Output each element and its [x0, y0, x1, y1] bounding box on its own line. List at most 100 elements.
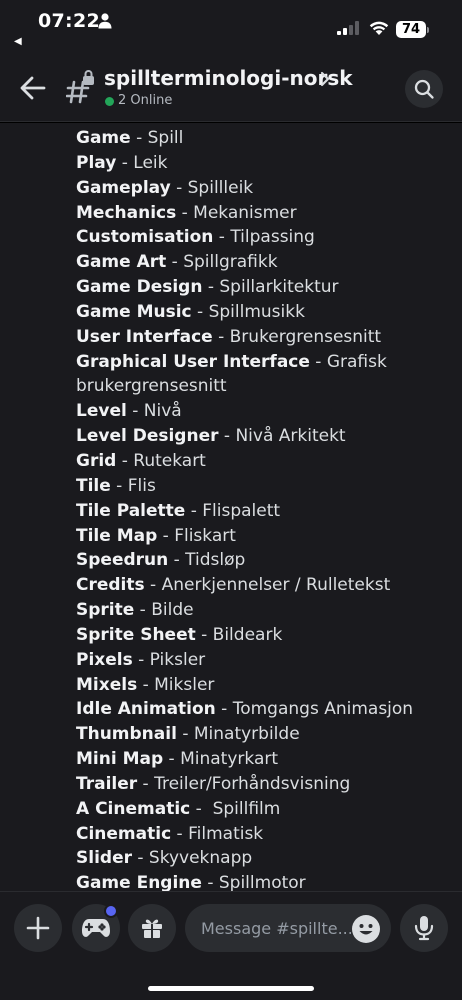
channel-header: spillterminologi-norsk 2 Online: [0, 50, 462, 122]
search-button[interactable]: [405, 70, 443, 108]
term-english: Pixels: [76, 649, 133, 670]
term-english: Gameplay: [76, 177, 171, 198]
message-line: Game - Spill: [76, 126, 456, 151]
search-icon: [414, 79, 434, 99]
message-list[interactable]: Game - Spill Play - Leik Gameplay - Spilll…: [0, 123, 462, 891]
term-norwegian: - Rutekart: [116, 450, 206, 471]
emoji-button[interactable]: [352, 915, 380, 943]
term-english: A Cinematic: [76, 798, 191, 819]
term-norwegian: - Minatyrkart: [163, 749, 279, 770]
message-line: Level - Nivå: [76, 399, 456, 424]
gamepad-icon: [82, 919, 110, 937]
plus-icon: [26, 916, 50, 940]
locked-channel-hash-icon: [66, 70, 94, 104]
smiley-icon: [353, 916, 379, 942]
term-norwegian: - Tilpassing: [213, 227, 315, 248]
term-english: Idle Animation: [76, 699, 216, 720]
message-line: Level Designer - Nivå Arkitekt: [76, 424, 456, 449]
message-line: Sprite - Bilde: [76, 598, 456, 623]
gift-button[interactable]: [128, 904, 176, 952]
term-norwegian: - Tomgangs Animasjon: [215, 699, 414, 720]
back-triangle-icon: ◀: [14, 36, 22, 47]
add-attachment-button[interactable]: [14, 904, 62, 952]
term-english: Cinematic: [76, 823, 172, 844]
chevron-right-icon[interactable]: [318, 70, 332, 88]
term-english: Credits: [76, 575, 145, 596]
term-english: Mini Map: [76, 749, 164, 770]
battery-tip: [427, 27, 429, 33]
term-norwegian: - Miksler: [137, 674, 215, 695]
message-line: Grid - Rutekart: [76, 449, 456, 474]
term-english: Game Music: [76, 301, 192, 322]
online-count: 2 Online: [118, 93, 173, 108]
term-english: Slider: [76, 848, 132, 869]
message-line: Trailer - Treiler/Forhåndsvisning: [76, 772, 456, 797]
wifi-icon: [369, 21, 389, 35]
term-norwegian: - Bilde: [134, 600, 194, 621]
term-english: Sprite Sheet: [76, 624, 196, 645]
message-line: Game Engine - Spillmotor: [76, 871, 456, 891]
term-english: Mixels: [76, 674, 138, 695]
message-line: Cinematic - Filmatisk: [76, 822, 456, 847]
term-english: Sprite: [76, 600, 135, 621]
term-norwegian: - Brukergrensesnitt: [212, 326, 382, 347]
term-norwegian: - Tidsløp: [168, 550, 246, 571]
term-norwegian: - Bildeark: [195, 624, 283, 645]
term-english: Game Engine: [76, 873, 202, 891]
message-line: Tile Palette - Flispalett: [76, 499, 456, 524]
term-english: Thumbnail: [76, 724, 177, 745]
message-line: Slider - Skyveknapp: [76, 846, 456, 871]
term-english: Speedrun: [76, 550, 169, 571]
term-norwegian: - Flis: [110, 475, 156, 496]
message-line: Thumbnail - Minatyrbilde: [76, 722, 456, 747]
term-norwegian: - Fliskart: [157, 525, 236, 546]
battery-indicator: 74: [396, 21, 430, 38]
microphone-icon: [414, 916, 434, 941]
cellular-signal-icon: [337, 21, 359, 35]
term-norwegian: - Nivå Arkitekt: [218, 426, 346, 447]
term-english: User Interface: [76, 326, 213, 347]
message-line: Tile Map - Fliskart: [76, 524, 456, 549]
term-english: Game Design: [76, 277, 203, 298]
term-english: Tile Palette: [76, 500, 186, 521]
message-line: A Cinematic - Spillfilm: [76, 797, 456, 822]
term-english: Level Designer: [76, 426, 219, 447]
term-norwegian: - Spillleik: [170, 177, 254, 198]
term-english: Grid: [76, 450, 117, 471]
home-indicator: [148, 986, 314, 991]
message-line: Mechanics - Mekanismer: [76, 201, 456, 226]
term-norwegian: - Filmatisk: [171, 823, 264, 844]
status-bar: 07:22 ◀ 74: [0, 0, 462, 50]
term-norwegian: - Skyveknapp: [131, 848, 253, 869]
message-line: Pixels - Piksler: [76, 648, 456, 673]
message-line: Graphical User Interface - Grafisk bruke…: [76, 350, 456, 400]
back-arrow-icon[interactable]: [18, 74, 48, 102]
term-english: Trailer: [76, 773, 138, 794]
message-line: Mini Map - Minatyrkart: [76, 747, 456, 772]
back-to-app[interactable]: ◀: [14, 36, 22, 47]
message-line: User Interface - Brukergrensesnitt: [76, 325, 456, 350]
message-line: Customisation - Tilpassing: [76, 225, 456, 250]
term-norwegian: - Mekanismer: [176, 202, 297, 223]
message-content: Game - Spill Play - Leik Gameplay - Spilll…: [76, 126, 456, 891]
term-english: Play: [76, 152, 117, 173]
term-english: Mechanics: [76, 202, 177, 223]
channel-title[interactable]: spillterminologi-norsk: [104, 66, 353, 90]
status-time: 07:22: [38, 10, 100, 32]
term-english: Game: [76, 128, 131, 148]
term-norwegian: - Spillmotor: [201, 873, 306, 891]
term-norwegian: - Spill: [130, 128, 184, 148]
term-norwegian: - Spillarkitektur: [202, 277, 339, 298]
term-english: Customisation: [76, 227, 214, 248]
message-line: Tile - Flis: [76, 474, 456, 499]
message-line: Idle Animation - Tomgangs Animasjon: [76, 697, 456, 722]
term-norwegian: - Flispalett: [185, 500, 281, 521]
message-line: Game Design - Spillarkitektur: [76, 275, 456, 300]
gift-icon: [142, 919, 162, 938]
term-english: Tile Map: [76, 525, 158, 546]
voice-message-button[interactable]: [400, 904, 448, 952]
message-line: Sprite Sheet - Bildeark: [76, 623, 456, 648]
message-line: Gameplay - Spillleik: [76, 176, 456, 201]
term-english: Game Art: [76, 252, 167, 273]
term-norwegian: - Spillgrafikk: [166, 252, 278, 273]
